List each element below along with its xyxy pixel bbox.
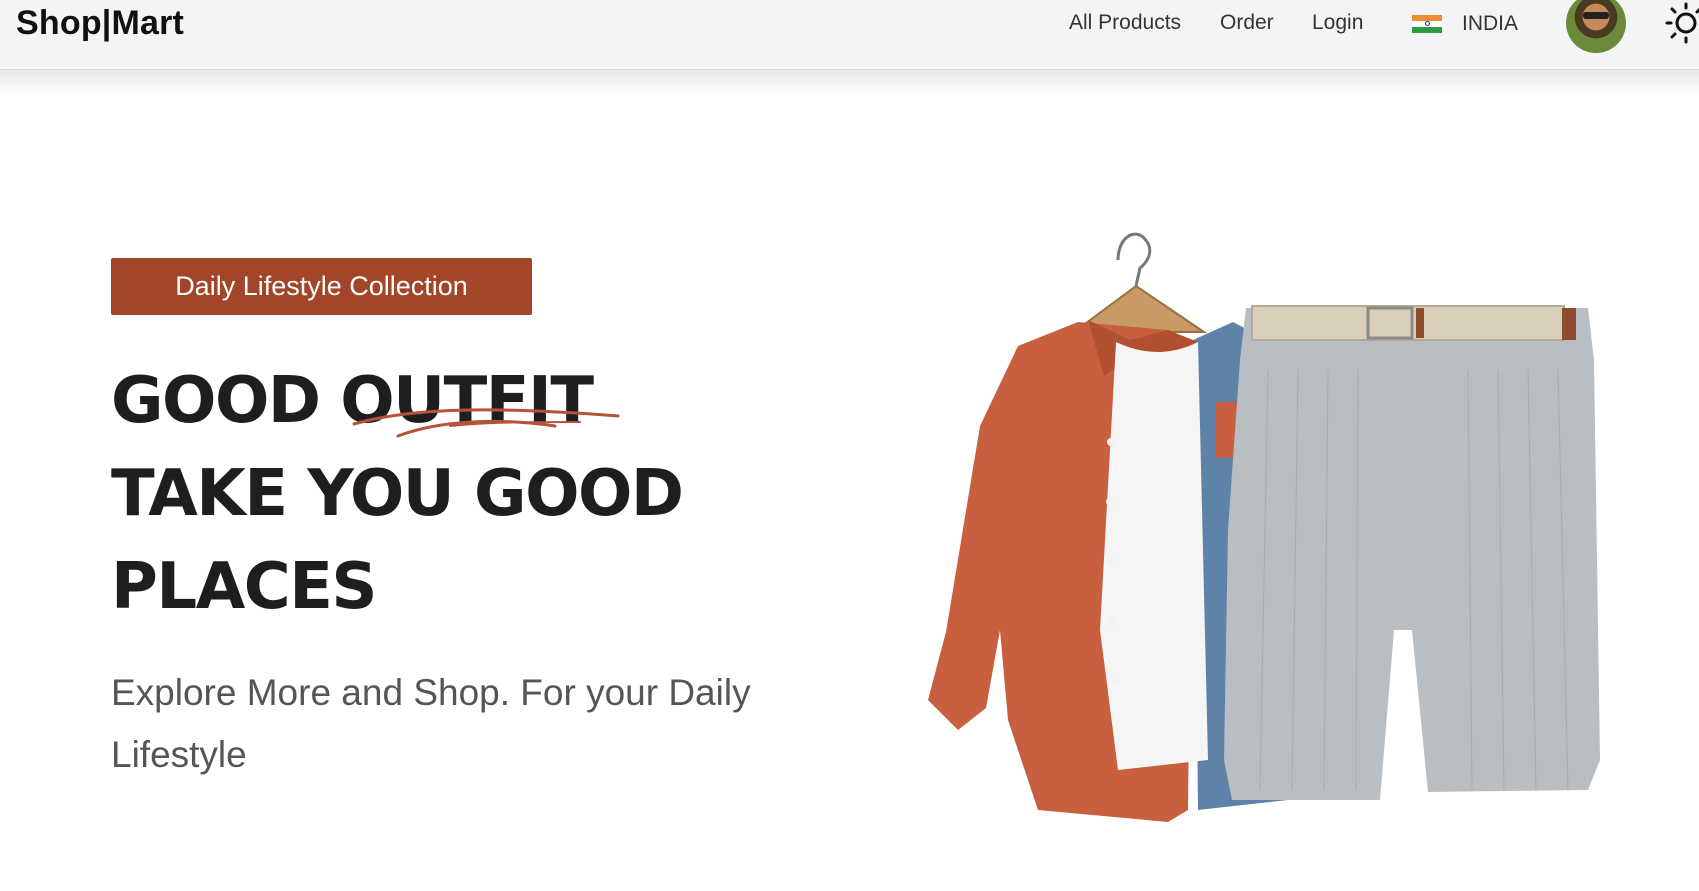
sun-icon[interactable]: [1660, 0, 1699, 46]
headline-line-2: TAKE YOU GOOD: [111, 457, 684, 531]
country-label: INDIA: [1462, 12, 1519, 35]
user-avatar[interactable]: [1566, 0, 1626, 53]
nav-login[interactable]: Login: [1312, 11, 1363, 35]
nav-all-products[interactable]: All Products: [1069, 11, 1181, 35]
underline-squiggle-icon: [352, 408, 620, 438]
outfit-product-image[interactable]: [868, 110, 1608, 840]
nav-order[interactable]: Order: [1220, 11, 1274, 35]
country-selector[interactable]: INDIA: [1412, 9, 1518, 39]
collection-badge: Daily Lifestyle Collection: [111, 258, 532, 315]
navbar-shadow: [0, 70, 1699, 95]
navbar: Shop|Mart All Products Order Login INDIA: [0, 0, 1699, 70]
india-flag-icon: [1412, 14, 1442, 34]
hero-headline: GOOD OUTFIT TAKE YOU GOOD PLACES: [111, 355, 684, 634]
headline-line-3: PLACES: [111, 550, 377, 624]
site-logo[interactable]: Shop|Mart: [16, 4, 184, 43]
headline-good: GOOD: [111, 364, 341, 438]
hero-subtitle: Explore More and Shop. For your Daily Li…: [111, 672, 751, 775]
